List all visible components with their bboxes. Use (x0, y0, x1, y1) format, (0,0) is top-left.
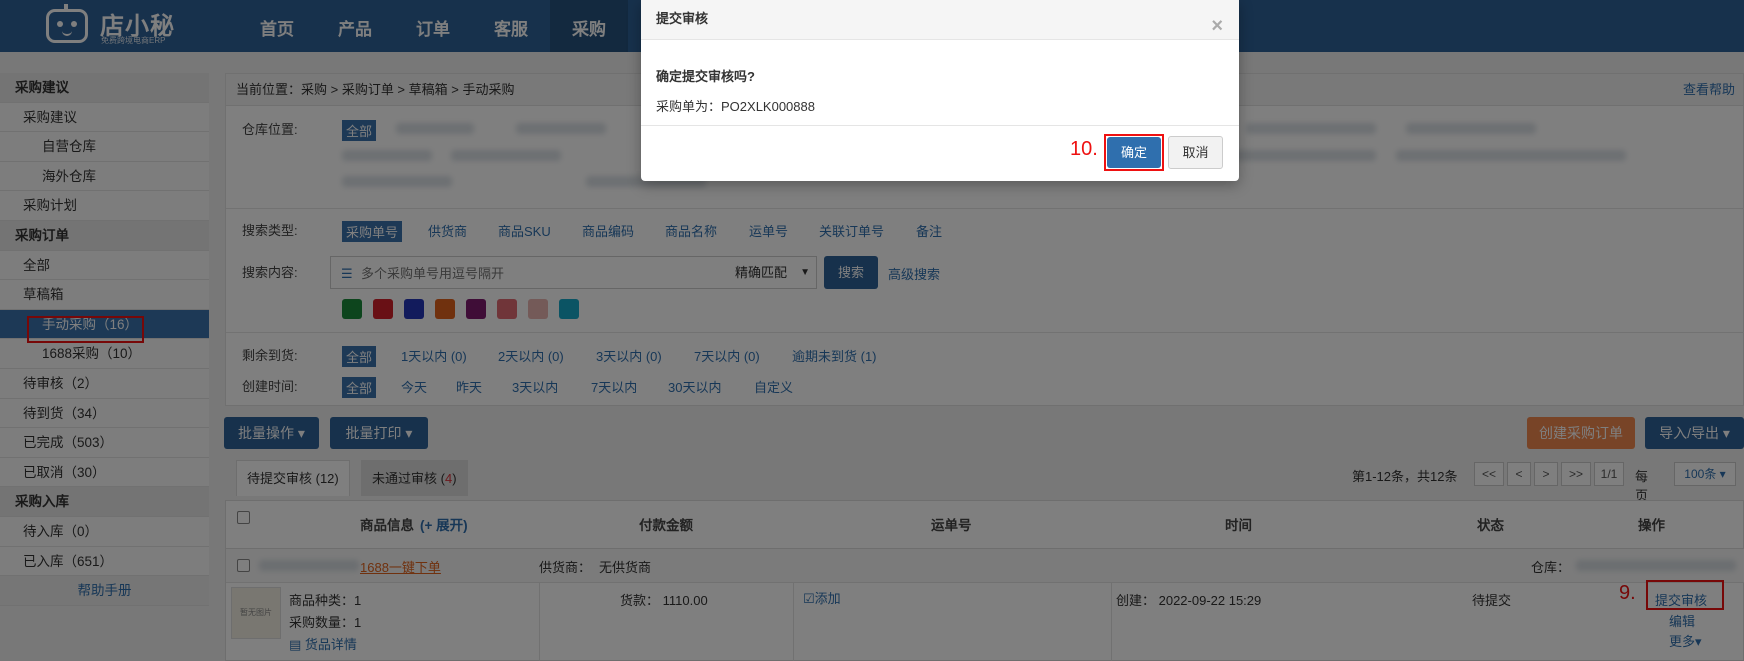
dialog-order-line: 采购单为：PO2XLK000888 (656, 96, 815, 115)
confirm-button[interactable]: 确定 (1107, 137, 1161, 168)
submit-review-dialog: 提交审核 × 确定提交审核吗? 采购单为：PO2XLK000888 10. 确定… (641, 0, 1239, 181)
dialog-question: 确定提交审核吗? (656, 69, 755, 84)
dialog-order-label: 采购单为： (656, 99, 722, 114)
divider (641, 125, 1239, 126)
dialog-header: 提交审核 × (641, 0, 1239, 40)
close-icon[interactable]: × (1211, 7, 1223, 45)
step-10-annotation: 10. (1070, 138, 1098, 160)
dialog-title: 提交审核 (656, 11, 709, 26)
cancel-button[interactable]: 取消 (1168, 136, 1223, 169)
dialog-order-no: PO2XLK000888 (721, 99, 815, 114)
